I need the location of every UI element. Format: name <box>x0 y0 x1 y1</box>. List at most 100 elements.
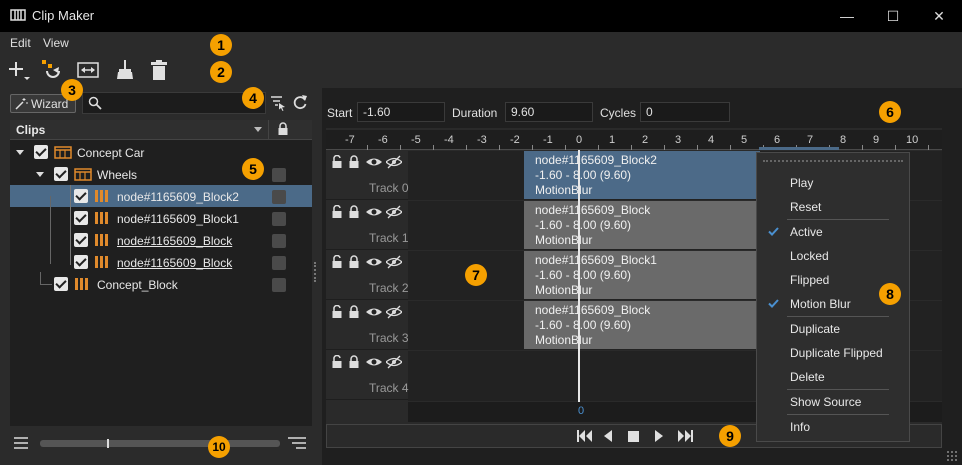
stop-icon[interactable] <box>628 431 639 442</box>
search-input[interactable] <box>105 94 263 112</box>
unlock-icon[interactable] <box>331 155 343 169</box>
start-input[interactable] <box>357 102 445 122</box>
menu-item-active[interactable]: Active <box>790 225 823 239</box>
merge-icon[interactable] <box>40 58 64 82</box>
ruler-tick-label: -6 <box>378 134 388 146</box>
tree-guide-line <box>70 185 71 265</box>
timeline-clip[interactable]: node#1165609_Block2 -1.60 - 8.00 (9.60) Mo… <box>524 151 760 199</box>
visibility-checkbox[interactable] <box>54 277 68 291</box>
resize-grip[interactable] <box>946 450 958 462</box>
expand-arrow-icon[interactable] <box>16 150 24 156</box>
menu-view[interactable]: View <box>43 36 69 50</box>
tree-row[interactable]: node#1165609_Block <box>10 252 312 274</box>
minimize-button[interactable]: — <box>824 0 870 32</box>
menu-separator <box>787 219 889 220</box>
menu-item-flipped[interactable]: Flipped <box>790 273 829 287</box>
timeline-clip[interactable]: node#1165609_Block -1.60 - 8.00 (9.60) Mot… <box>524 201 760 249</box>
folder-group-icon <box>54 146 72 159</box>
eye-hidden-icon[interactable] <box>386 305 402 319</box>
tree-header: Clips <box>10 120 312 140</box>
duration-input[interactable] <box>505 102 593 122</box>
lock-checkbox[interactable] <box>272 256 286 270</box>
lock-checkbox[interactable] <box>272 212 286 226</box>
menu-item-motion-blur[interactable]: Motion Blur <box>790 297 851 311</box>
sort-arrow-icon[interactable] <box>254 127 262 133</box>
visibility-checkbox[interactable] <box>54 167 68 181</box>
close-button[interactable]: ✕ <box>916 0 962 32</box>
tree-row[interactable]: Concept Car <box>10 142 312 164</box>
tree-row[interactable]: Wheels <box>10 164 312 186</box>
ruler-tick-label: -2 <box>510 134 520 146</box>
lock-checkbox[interactable] <box>272 190 286 204</box>
step-back-icon[interactable] <box>603 430 613 442</box>
unlock-icon[interactable] <box>331 355 343 369</box>
menu-item-delete[interactable]: Delete <box>790 370 825 384</box>
fit-width-icon[interactable] <box>76 58 100 82</box>
tree-row[interactable]: node#1165609_Block1 <box>10 208 312 230</box>
filter-selection-icon[interactable] <box>270 95 286 111</box>
menu-item-duplicate[interactable]: Duplicate <box>790 322 840 336</box>
menu-item-duplicate-flipped[interactable]: Duplicate Flipped <box>790 346 883 360</box>
lock-icon[interactable] <box>348 155 360 169</box>
tree-row[interactable]: node#1165609_Block2 <box>10 186 312 208</box>
duration-label: Duration <box>452 106 498 120</box>
visibility-checkbox[interactable] <box>74 211 88 225</box>
tree-row[interactable]: Concept_Block <box>10 272 312 296</box>
tree-row[interactable]: node#1165609_Block <box>10 230 312 252</box>
eye-icon[interactable] <box>366 205 382 219</box>
expand-arrow-icon[interactable] <box>36 172 44 178</box>
eye-hidden-icon[interactable] <box>386 255 402 269</box>
maximize-button[interactable]: ☐ <box>870 0 916 32</box>
lock-checkbox[interactable] <box>272 234 286 248</box>
eye-icon[interactable] <box>366 355 382 369</box>
lock-icon[interactable] <box>348 355 360 369</box>
unlock-icon[interactable] <box>331 305 343 319</box>
menu-item-play[interactable]: Play <box>790 176 813 190</box>
skip-to-end-icon[interactable] <box>677 430 693 442</box>
eye-hidden-icon[interactable] <box>386 205 402 219</box>
lock-checkbox[interactable] <box>272 168 286 182</box>
eye-icon[interactable] <box>366 255 382 269</box>
timeline-clip[interactable]: node#1165609_Block1 -1.60 - 8.00 (9.60) Mo… <box>524 251 760 299</box>
broom-icon[interactable] <box>113 58 137 82</box>
zoom-slider[interactable] <box>40 439 280 448</box>
lock-column-icon[interactable] <box>277 122 289 136</box>
lock-checkbox[interactable] <box>272 278 286 292</box>
menu-edit[interactable]: Edit <box>10 36 31 50</box>
eye-hidden-icon[interactable] <box>386 355 402 369</box>
eye-icon[interactable] <box>366 305 382 319</box>
eye-hidden-icon[interactable] <box>386 155 402 169</box>
lock-icon[interactable] <box>348 305 360 319</box>
visibility-checkbox[interactable] <box>74 255 88 269</box>
play-icon[interactable] <box>654 430 664 442</box>
playhead-line[interactable] <box>578 150 580 402</box>
list-view-icon[interactable] <box>14 437 28 449</box>
lock-icon[interactable] <box>348 255 360 269</box>
menu-item-show-source[interactable]: Show Source <box>790 395 861 409</box>
panel-splitter[interactable] <box>314 262 316 282</box>
cycles-input[interactable] <box>640 102 730 122</box>
unlock-icon[interactable] <box>331 205 343 219</box>
time-ruler[interactable]: -7 -6 -5 -4 -3 -2 -1 0 1 2 3 4 5 6 7 8 9 10 <box>326 130 942 150</box>
tree-item-label: node#1165609_Block <box>117 234 233 248</box>
eye-icon[interactable] <box>366 155 382 169</box>
indent-list-icon[interactable] <box>288 437 306 449</box>
plus-dropdown-icon[interactable] <box>6 58 30 82</box>
menu-item-reset[interactable]: Reset <box>790 200 821 214</box>
zoom-slider-handle[interactable] <box>107 439 109 448</box>
visibility-checkbox[interactable] <box>74 233 88 247</box>
unlock-icon[interactable] <box>331 255 343 269</box>
refresh-icon[interactable] <box>292 94 308 110</box>
film-strip-icon <box>10 9 26 21</box>
menu-item-info[interactable]: Info <box>790 420 810 434</box>
visibility-checkbox[interactable] <box>74 189 88 203</box>
trash-icon[interactable] <box>147 58 171 82</box>
menu-item-locked[interactable]: Locked <box>790 249 829 263</box>
lock-icon[interactable] <box>348 205 360 219</box>
visibility-checkbox[interactable] <box>34 145 48 159</box>
callout-marker: 4 <box>242 87 264 109</box>
search-field[interactable] <box>82 92 266 114</box>
skip-to-start-icon[interactable] <box>577 430 593 442</box>
timeline-clip[interactable]: node#1165609_Block -1.60 - 8.00 (9.60) Mot… <box>524 301 760 349</box>
clip-block-icon <box>95 256 108 268</box>
